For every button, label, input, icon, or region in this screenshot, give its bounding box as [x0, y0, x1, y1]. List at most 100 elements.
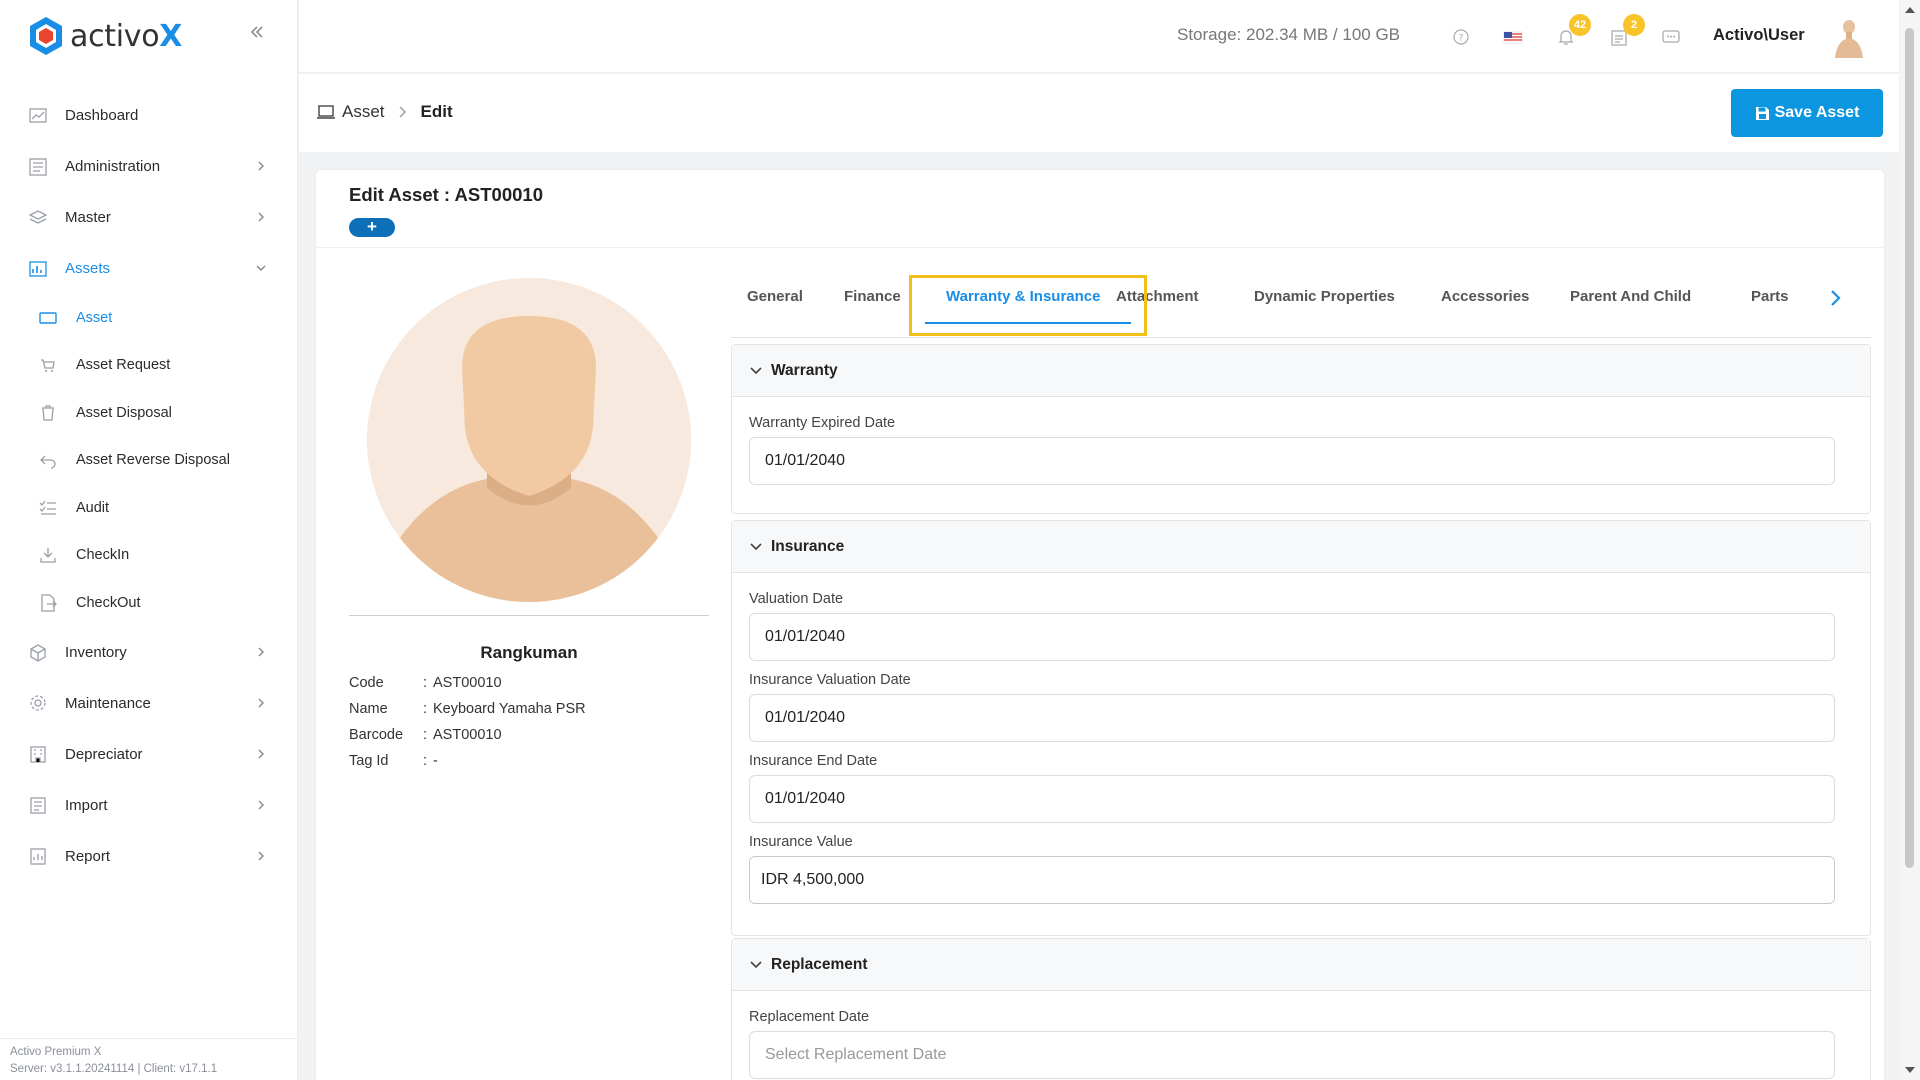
assets-icon	[29, 260, 47, 277]
person-placeholder-icon	[367, 278, 691, 602]
chevron-down-icon	[750, 366, 762, 374]
replacement-section-header[interactable]: Replacement	[732, 939, 1870, 991]
help-icon[interactable]: ?	[1450, 26, 1472, 48]
version-info: Server: v3.1.1.20241114 | Client: v17.1.…	[10, 1063, 218, 1075]
gear-icon	[30, 695, 46, 711]
sidebar-item-assets[interactable]: Assets	[0, 243, 298, 294]
card-header: Edit Asset : AST00010 +	[316, 170, 1884, 248]
us-flag-icon[interactable]	[1502, 26, 1524, 48]
sidebar-subitem-audit[interactable]: Audit	[0, 484, 298, 532]
sidebar: activoX Dashboard Administration Master …	[0, 0, 298, 1080]
page-scrollbar[interactable]	[1900, 0, 1920, 1080]
insurance-value-input[interactable]: IDR 4,500,000	[749, 856, 1835, 904]
sidebar-subitem-asset-reverse-disposal[interactable]: Asset Reverse Disposal	[0, 437, 298, 485]
chevron-down-icon	[750, 542, 762, 550]
replacement-date-input[interactable]: Select Replacement Date	[749, 1031, 1835, 1079]
replacement-section: Replacement Replacement Date Select Repl…	[731, 938, 1871, 1080]
download-icon	[40, 548, 56, 563]
sidebar-subitem-asset-disposal[interactable]: Asset Disposal	[0, 389, 298, 437]
save-asset-button[interactable]: Save Asset	[1731, 89, 1883, 137]
chevron-right-icon	[399, 106, 406, 118]
valuation-date-input[interactable]: 01/01/2040	[749, 613, 1835, 661]
insurance-valuation-date-field: Insurance Valuation Date 01/01/2040	[749, 672, 1835, 742]
svg-text:?: ?	[1459, 34, 1464, 44]
save-icon	[1755, 106, 1769, 120]
trash-icon	[42, 405, 54, 421]
tab-dynamic-properties[interactable]: Dynamic Properties	[1254, 288, 1395, 305]
layers-icon	[28, 209, 48, 224]
notifications-badge: 42	[1569, 14, 1591, 36]
tab-parent-and-child[interactable]: Parent And Child	[1570, 288, 1691, 305]
chevron-down-icon	[256, 265, 266, 271]
valuation-date-field: Valuation Date 01/01/2040	[749, 591, 1835, 661]
admin-icon	[29, 157, 47, 176]
sidebar-footer: Activo Premium X Server: v3.1.1.20241114…	[0, 1038, 298, 1080]
scroll-thumb[interactable]	[1905, 28, 1914, 868]
info-row-barcode: Barcode: AST00010	[349, 727, 502, 743]
info-row-tag-id: Tag Id: -	[349, 753, 438, 769]
breadcrumb-asset[interactable]: Asset	[342, 102, 385, 122]
tasks-badge: 2	[1623, 14, 1645, 36]
sidebar-subitem-checkin[interactable]: CheckIn	[0, 532, 298, 580]
collapse-sidebar-icon[interactable]	[244, 22, 270, 48]
laptop-icon	[317, 105, 335, 119]
breadcrumb-current: Edit	[420, 102, 453, 121]
building-icon	[30, 746, 46, 763]
asset-image[interactable]	[367, 278, 691, 602]
file-export-icon	[41, 594, 57, 612]
user-avatar[interactable]	[1829, 16, 1869, 58]
sidebar-item-import[interactable]: Import	[0, 780, 298, 831]
sidebar-item-master[interactable]: Master	[0, 192, 298, 243]
insurance-section: Insurance Valuation Date 01/01/2040 Insu…	[731, 520, 1871, 936]
breadcrumb-bar: Asset Edit Save Asset	[299, 74, 1899, 152]
warranty-expired-date-input[interactable]: 01/01/2040	[749, 437, 1835, 485]
add-button[interactable]: +	[349, 218, 395, 237]
storage-usage: Storage: 202.34 MB / 100 GB	[1177, 25, 1401, 44]
sidebar-item-maintenance[interactable]: Maintenance	[0, 678, 298, 729]
insurance-valuation-date-input[interactable]: 01/01/2040	[749, 694, 1835, 742]
breadcrumb: Asset Edit	[316, 102, 453, 122]
profile-divider	[349, 615, 709, 616]
chevron-right-icon	[258, 647, 264, 656]
tab-finance[interactable]: Finance	[844, 288, 901, 305]
warranty-section: Warranty Warranty Expired Date 01/01/204…	[731, 344, 1871, 514]
app-logo[interactable]: activoX	[28, 16, 182, 56]
insurance-end-date-input[interactable]: 01/01/2040	[749, 775, 1835, 823]
chevron-right-icon	[258, 851, 264, 860]
scroll-down-icon[interactable]	[1904, 1065, 1916, 1075]
warranty-expired-date-field: Warranty Expired Date 01/01/2040	[749, 415, 1835, 485]
insurance-value-field: Insurance Value IDR 4,500,000	[749, 834, 1835, 904]
chevron-right-icon	[258, 800, 264, 809]
save-asset-label: Save Asset	[1774, 104, 1860, 121]
cart-icon	[41, 359, 55, 373]
tab-parts[interactable]: Parts	[1751, 288, 1789, 305]
import-icon	[30, 797, 46, 814]
tab-accessories[interactable]: Accessories	[1441, 288, 1529, 305]
insurance-section-header[interactable]: Insurance	[732, 521, 1870, 573]
warranty-section-header[interactable]: Warranty	[732, 345, 1870, 397]
monitor-icon	[39, 312, 57, 324]
sidebar-subitem-checkout[interactable]: CheckOut	[0, 579, 298, 627]
sidebar-subitem-asset[interactable]: Asset	[0, 294, 298, 342]
chevron-right-icon	[258, 749, 264, 758]
product-name: Activo Premium X	[10, 1046, 102, 1058]
info-row-code: Code: AST00010	[349, 675, 502, 691]
user-name[interactable]: Activo\User	[1713, 26, 1805, 45]
report-icon	[30, 848, 46, 865]
chevron-right-icon	[258, 212, 264, 222]
sidebar-item-report[interactable]: Report	[0, 831, 298, 882]
logo-text: activoX	[70, 18, 183, 54]
chevron-right-icon[interactable]	[1824, 287, 1846, 309]
sidebar-subitem-asset-request[interactable]: Asset Request	[0, 342, 298, 390]
info-row-name: Name: Keyboard Yamaha PSR	[349, 701, 586, 717]
sidebar-item-inventory[interactable]: Inventory	[0, 627, 298, 678]
sidebar-item-dashboard[interactable]: Dashboard	[0, 90, 298, 141]
scroll-up-icon[interactable]	[1904, 5, 1916, 15]
sidebar-item-depreciator[interactable]: Depreciator	[0, 729, 298, 780]
sidebar-item-administration[interactable]: Administration	[0, 141, 298, 192]
activo-logo-icon	[30, 17, 62, 55]
asset-profile-name: Rangkuman	[480, 643, 578, 662]
tab-general[interactable]: General	[747, 288, 803, 305]
inventory-icon	[30, 644, 46, 662]
chat-icon[interactable]	[1660, 26, 1682, 48]
